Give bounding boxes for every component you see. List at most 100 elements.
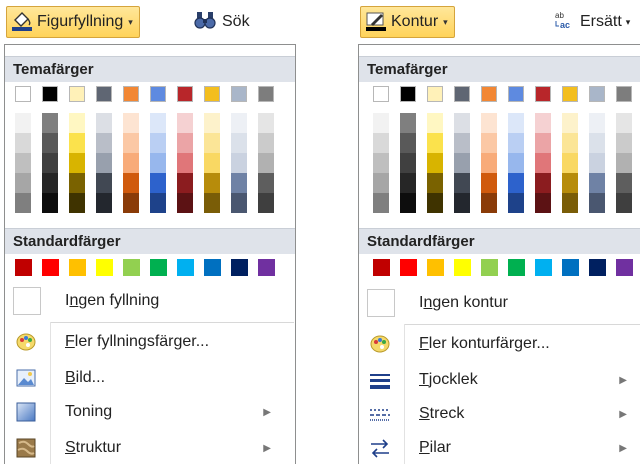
theme-shade-swatch[interactable]: [427, 193, 443, 213]
theme-shade-swatch[interactable]: [69, 173, 85, 193]
theme-shade-swatch[interactable]: [231, 113, 247, 133]
theme-shade-swatch[interactable]: [96, 173, 112, 193]
theme-color-swatch[interactable]: [454, 86, 470, 102]
more-outline-colors-item[interactable]: Fler konturfärger...: [359, 326, 639, 362]
standard-color-swatch[interactable]: [400, 259, 417, 276]
theme-shade-swatch[interactable]: [204, 133, 220, 153]
standard-color-swatch[interactable]: [481, 259, 498, 276]
theme-shade-swatch[interactable]: [150, 133, 166, 153]
theme-shade-swatch[interactable]: [535, 173, 551, 193]
theme-shade-swatch[interactable]: [616, 133, 632, 153]
picture-item[interactable]: Bild...: [5, 360, 295, 396]
theme-shade-swatch[interactable]: [258, 153, 274, 173]
theme-shade-swatch[interactable]: [96, 193, 112, 213]
theme-shade-swatch[interactable]: [427, 153, 443, 173]
theme-shade-swatch[interactable]: [508, 133, 524, 153]
replace-button[interactable]: ab ac Ersätt ▾: [554, 6, 630, 38]
theme-color-swatch[interactable]: [427, 86, 443, 102]
theme-shade-swatch[interactable]: [481, 113, 497, 133]
theme-shade-swatch[interactable]: [42, 173, 58, 193]
standard-color-swatch[interactable]: [123, 259, 140, 276]
theme-shade-swatch[interactable]: [231, 173, 247, 193]
theme-shade-swatch[interactable]: [373, 133, 389, 153]
theme-shade-swatch[interactable]: [616, 113, 632, 133]
standard-color-swatch[interactable]: [15, 259, 32, 276]
theme-shade-swatch[interactable]: [150, 193, 166, 213]
more-fill-colors-item[interactable]: Fler fyllningsfärger...: [5, 324, 295, 360]
theme-color-swatch[interactable]: [231, 86, 247, 102]
theme-shade-swatch[interactable]: [123, 173, 139, 193]
theme-shade-swatch[interactable]: [373, 173, 389, 193]
theme-shade-swatch[interactable]: [562, 133, 578, 153]
theme-shade-swatch[interactable]: [616, 173, 632, 193]
theme-color-swatch[interactable]: [96, 86, 112, 102]
theme-shade-swatch[interactable]: [123, 133, 139, 153]
theme-shade-swatch[interactable]: [589, 153, 605, 173]
theme-shade-swatch[interactable]: [535, 153, 551, 173]
theme-shade-swatch[interactable]: [204, 193, 220, 213]
theme-shade-swatch[interactable]: [123, 193, 139, 213]
standard-color-swatch[interactable]: [258, 259, 275, 276]
theme-color-swatch[interactable]: [15, 86, 31, 102]
theme-shade-swatch[interactable]: [454, 133, 470, 153]
theme-shade-swatch[interactable]: [589, 113, 605, 133]
theme-shade-swatch[interactable]: [258, 113, 274, 133]
theme-shade-swatch[interactable]: [400, 153, 416, 173]
theme-color-swatch[interactable]: [123, 86, 139, 102]
theme-shade-swatch[interactable]: [177, 133, 193, 153]
theme-shade-swatch[interactable]: [15, 133, 31, 153]
theme-color-swatch[interactable]: [177, 86, 193, 102]
no-outline-item[interactable]: Ingen kontur: [359, 285, 639, 321]
theme-shade-swatch[interactable]: [150, 153, 166, 173]
standard-color-swatch[interactable]: [204, 259, 221, 276]
search-button[interactable]: Sök: [194, 6, 250, 38]
theme-shade-swatch[interactable]: [562, 193, 578, 213]
theme-shade-swatch[interactable]: [231, 153, 247, 173]
theme-shade-swatch[interactable]: [15, 173, 31, 193]
theme-shade-swatch[interactable]: [373, 153, 389, 173]
theme-color-swatch[interactable]: [69, 86, 85, 102]
theme-shade-swatch[interactable]: [373, 193, 389, 213]
theme-shade-swatch[interactable]: [96, 133, 112, 153]
theme-shade-swatch[interactable]: [42, 193, 58, 213]
no-fill-item[interactable]: Ingen fyllning: [5, 283, 295, 319]
theme-shade-swatch[interactable]: [562, 153, 578, 173]
theme-color-swatch[interactable]: [258, 86, 274, 102]
theme-shade-swatch[interactable]: [15, 113, 31, 133]
theme-shade-swatch[interactable]: [589, 173, 605, 193]
texture-item[interactable]: Struktur ▶: [5, 430, 295, 466]
theme-shade-swatch[interactable]: [562, 173, 578, 193]
theme-shade-swatch[interactable]: [400, 193, 416, 213]
theme-shade-swatch[interactable]: [454, 153, 470, 173]
theme-shade-swatch[interactable]: [258, 133, 274, 153]
theme-shade-swatch[interactable]: [204, 173, 220, 193]
theme-shade-swatch[interactable]: [177, 113, 193, 133]
theme-shade-swatch[interactable]: [481, 133, 497, 153]
theme-shade-swatch[interactable]: [562, 113, 578, 133]
theme-color-swatch[interactable]: [481, 86, 497, 102]
theme-shade-swatch[interactable]: [427, 173, 443, 193]
theme-shade-swatch[interactable]: [15, 153, 31, 173]
theme-shade-swatch[interactable]: [177, 173, 193, 193]
standard-color-swatch[interactable]: [42, 259, 59, 276]
theme-color-swatch[interactable]: [150, 86, 166, 102]
theme-color-swatch[interactable]: [42, 86, 58, 102]
theme-color-swatch[interactable]: [400, 86, 416, 102]
standard-color-swatch[interactable]: [589, 259, 606, 276]
theme-shade-swatch[interactable]: [123, 153, 139, 173]
theme-shade-swatch[interactable]: [204, 153, 220, 173]
theme-color-swatch[interactable]: [589, 86, 605, 102]
theme-shade-swatch[interactable]: [204, 113, 220, 133]
theme-shade-swatch[interactable]: [616, 193, 632, 213]
standard-color-swatch[interactable]: [535, 259, 552, 276]
gradient-item[interactable]: Toning ▶: [5, 394, 295, 430]
theme-shade-swatch[interactable]: [589, 133, 605, 153]
standard-color-swatch[interactable]: [562, 259, 579, 276]
theme-shade-swatch[interactable]: [454, 193, 470, 213]
theme-shade-swatch[interactable]: [69, 113, 85, 133]
theme-shade-swatch[interactable]: [69, 193, 85, 213]
standard-color-swatch[interactable]: [373, 259, 390, 276]
arrows-item[interactable]: Pilar ▶: [359, 430, 639, 466]
dashes-item[interactable]: Streck ▶: [359, 396, 639, 432]
theme-shade-swatch[interactable]: [15, 193, 31, 213]
